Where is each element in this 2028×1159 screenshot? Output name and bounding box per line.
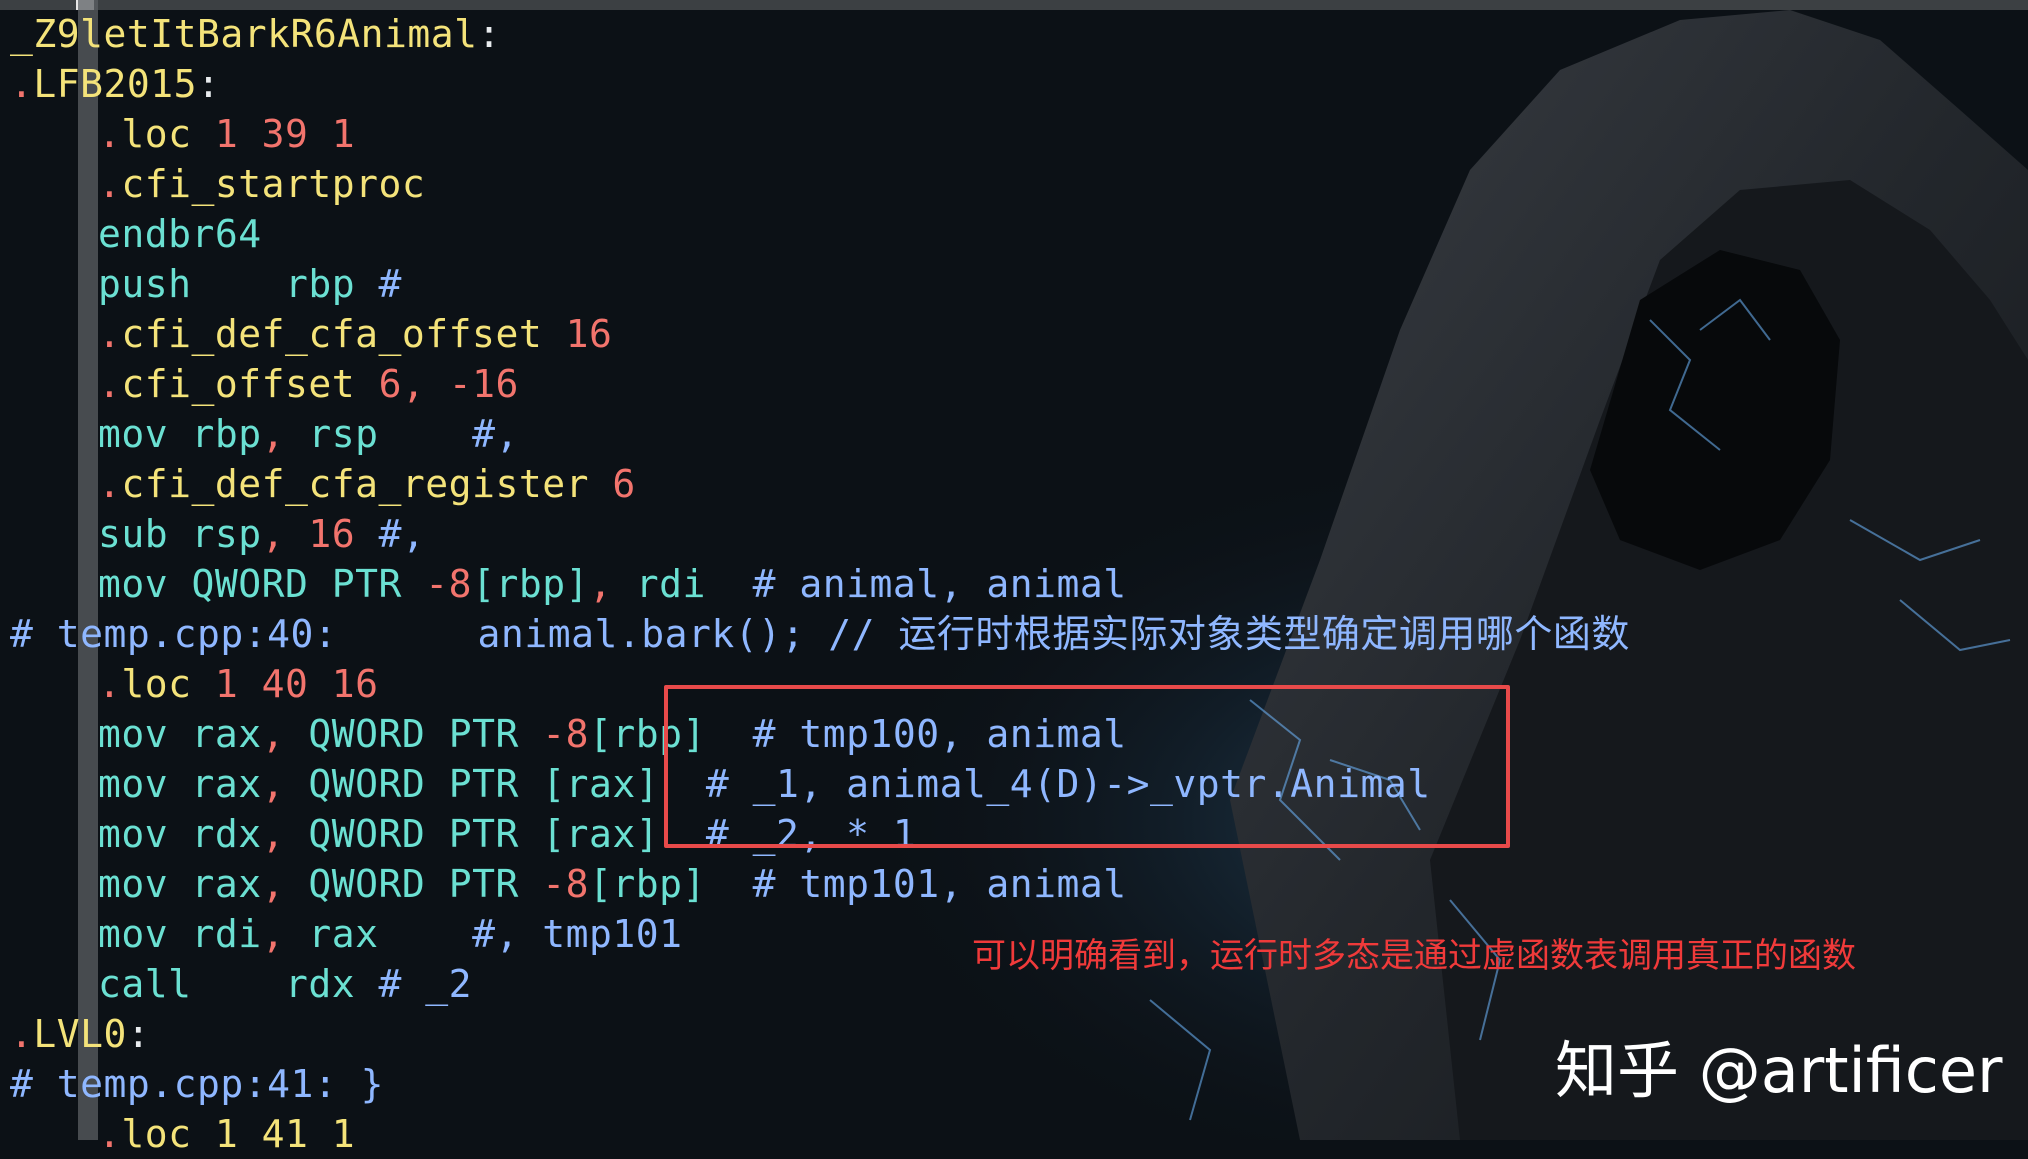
- code-token: -8: [425, 562, 473, 606]
- code-token: -8: [542, 862, 589, 906]
- code-token: mov rdi: [98, 912, 262, 956]
- watermark: 知乎 @artificer: [1555, 1034, 2003, 1107]
- code-line: mov rbp, rsp #,: [98, 409, 519, 459]
- code-token: QWORD PTR: [308, 712, 543, 756]
- code-token: ,: [261, 912, 309, 956]
- code-line: .LVL0:: [10, 1009, 150, 1059]
- code-token: ,: [261, 512, 309, 556]
- code-line: call rdx # _2: [98, 959, 472, 1009]
- code-token: .: [98, 1112, 122, 1156]
- code-token: ,: [261, 862, 309, 906]
- code-token: ,: [261, 762, 309, 806]
- code-token: loc: [121, 662, 215, 706]
- code-token: cfi_offset: [121, 362, 379, 406]
- code-line: .cfi_def_cfa_register 6: [98, 459, 636, 509]
- code-token: .: [98, 362, 122, 406]
- code-line: # temp.cpp:41: }: [10, 1059, 384, 1109]
- code-token: _Z9letItBarkR6Animal: [10, 12, 478, 56]
- code-token: 1 40 16: [214, 662, 379, 706]
- code-token: [rbp]: [588, 862, 753, 906]
- code-token: mov rax: [98, 762, 262, 806]
- code-token: rdi: [635, 562, 753, 606]
- code-token: :: [126, 1012, 151, 1056]
- code-token: # animal, animal: [752, 562, 1127, 606]
- code-line: .loc 1 41 1: [98, 1109, 355, 1159]
- code-line: mov QWORD PTR -8[rbp], rdi # animal, ani…: [98, 559, 1127, 609]
- code-token: 16: [565, 312, 613, 356]
- code-token: rsp: [308, 412, 473, 456]
- code-token: [rbp]: [472, 562, 589, 606]
- code-token: ,: [261, 712, 309, 756]
- annotation-text: 可以明确看到，运行时多态是通过虚函数表调用真正的函数: [972, 936, 1856, 976]
- code-line: _Z9letItBarkR6Animal:: [10, 9, 501, 59]
- code-token: # temp.cpp:41: }: [10, 1062, 385, 1106]
- highlight-box: [664, 685, 1510, 848]
- code-token: LVL0: [33, 1012, 127, 1056]
- code-token: push rbp: [98, 262, 379, 306]
- code-line: sub rsp, 16 #,: [98, 509, 425, 559]
- code-token: QWORD PTR [rax]: [308, 762, 706, 806]
- code-token: mov rbp: [98, 412, 262, 456]
- code-token: ,: [261, 412, 309, 456]
- code-token: cfi_def_cfa_register: [121, 462, 613, 506]
- code-token: mov rax: [98, 862, 262, 906]
- code-token: 6, -16: [378, 362, 519, 406]
- code-token: #,: [472, 412, 519, 456]
- code-line: # temp.cpp:40: animal.bark(); // 运行时根据实际…: [10, 609, 1630, 659]
- code-line: endbr64: [98, 209, 262, 259]
- code-token: 6: [612, 462, 636, 506]
- code-token: .: [98, 312, 122, 356]
- code-line: .loc 1 40 16: [98, 659, 379, 709]
- code-token: QWORD PTR [rax]: [308, 812, 706, 856]
- code-token: LFB2015: [33, 62, 198, 106]
- code-token: mov rdx: [98, 812, 262, 856]
- code-line: .cfi_def_cfa_offset 16: [98, 309, 612, 359]
- code-token: .: [98, 662, 122, 706]
- code-token: #,: [378, 512, 426, 556]
- code-token: .: [98, 462, 122, 506]
- code-token: .: [98, 162, 122, 206]
- code-token: mov QWORD PTR: [98, 562, 426, 606]
- code-token: rax: [308, 912, 473, 956]
- code-token: ,: [588, 562, 636, 606]
- code-token: cfi_startproc: [121, 162, 426, 206]
- code-token: endbr64: [98, 212, 262, 256]
- code-token: # temp.cpp:40: animal.bark(); // 运行时根据实际…: [10, 612, 1630, 656]
- code-line: mov rdi, rax #, tmp101: [98, 909, 682, 959]
- code-token: .: [10, 62, 34, 106]
- code-line: .cfi_offset 6, -16: [98, 359, 519, 409]
- code-token: 16: [308, 512, 379, 556]
- code-token: :: [197, 62, 221, 106]
- code-token: #, tmp101: [472, 912, 683, 956]
- code-token: call rdx: [98, 962, 379, 1006]
- code-token: ,: [261, 812, 309, 856]
- code-token: loc: [121, 112, 215, 156]
- code-token: QWORD PTR: [308, 862, 543, 906]
- code-token: # _2: [378, 962, 473, 1006]
- code-token: .: [98, 112, 122, 156]
- code-line: .loc 1 39 1: [98, 109, 355, 159]
- code-token: # tmp101, animal: [752, 862, 1127, 906]
- code-token: mov rax: [98, 712, 262, 756]
- code-token: sub rsp: [98, 512, 262, 556]
- code-token: #: [378, 262, 402, 306]
- code-token: 1 39 1: [214, 112, 356, 156]
- code-line: mov rax, QWORD PTR -8[rbp] # tmp101, ani…: [98, 859, 1127, 909]
- code-token: -8: [542, 712, 589, 756]
- code-token: cfi_def_cfa_offset: [121, 312, 566, 356]
- code-line: push rbp #: [98, 259, 402, 309]
- code-token: :: [477, 12, 501, 56]
- code-line: .cfi_startproc: [98, 159, 425, 209]
- code-token: loc 1 41 1: [121, 1112, 356, 1156]
- code-line: .LFB2015:: [10, 59, 220, 109]
- code-token: .: [10, 1012, 34, 1056]
